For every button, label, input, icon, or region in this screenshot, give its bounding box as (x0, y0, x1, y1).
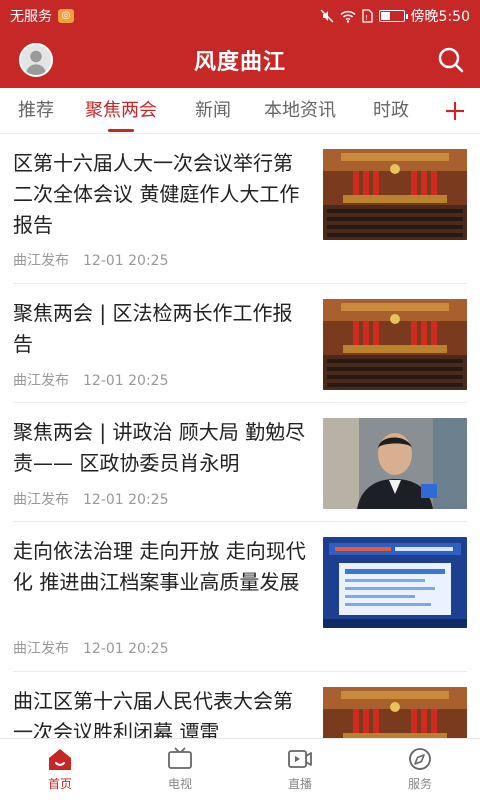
battery-fill (380, 12, 391, 20)
tab-politics[interactable]: 时政 (373, 88, 409, 134)
news-meta: 曲江发布 12-01 20:25 (13, 370, 168, 390)
news-source: 曲江发布 (13, 253, 69, 269)
user-avatar-icon (21, 45, 51, 75)
nav-tv[interactable]: 电视 (120, 739, 240, 800)
weibo-notification-icon: ◎ (58, 9, 74, 23)
news-time: 12-01 20:25 (83, 373, 169, 389)
app-header: 风度曲江 (0, 32, 480, 88)
clock-text: 傍晚5:50 (410, 9, 470, 25)
status-right: ! 傍晚5:50 (320, 6, 470, 26)
news-time: 12-01 20:25 (83, 641, 169, 657)
status-left: 无服务 ◎ (10, 6, 74, 26)
svg-text:!: ! (365, 14, 368, 22)
conference-photo (323, 687, 467, 738)
plus-icon (446, 102, 464, 120)
wifi-icon (340, 10, 356, 23)
app-title: 风度曲江 (193, 50, 286, 75)
nav-service[interactable]: 服务 (360, 739, 480, 800)
news-time: 12-01 20:25 (83, 492, 169, 508)
news-thumbnail (323, 149, 467, 240)
bottom-nav: 首页 电视 直播 服务 (0, 738, 480, 800)
news-thumbnail (323, 537, 467, 628)
news-meta: 曲江发布 12-01 20:25 (13, 638, 168, 658)
sim-icon: ! (361, 9, 373, 23)
nav-label: 服务 (407, 777, 432, 791)
interview-photo (323, 418, 467, 509)
news-item[interactable]: 聚焦两会 | 区法检两长作工作报告 曲江发布 12-01 20:25 (13, 284, 467, 403)
presentation-screen-photo (323, 537, 467, 628)
news-title: 聚焦两会 | 讲政治 顾大局 勤勉尽责—— 区政协委员肖永明 (13, 420, 306, 475)
news-list: 区第十六届人大一次会议举行第二次全体会议 黄健庭作人大工作报告 曲江发布 12-0… (0, 134, 480, 738)
tab-local-info[interactable]: 本地资讯 (264, 88, 336, 134)
nav-label: 电视 (167, 777, 192, 791)
add-channel-button[interactable] (440, 88, 470, 134)
tab-news[interactable]: 新闻 (195, 88, 231, 134)
mute-icon (320, 9, 334, 23)
compass-icon (409, 748, 431, 770)
avatar[interactable] (19, 43, 53, 77)
tab-focus-two-sessions[interactable]: 聚焦两会 (85, 88, 157, 134)
carrier-text: 无服务 (10, 9, 52, 25)
conference-photo (323, 299, 467, 390)
nav-label: 直播 (287, 777, 312, 791)
news-title: 曲江区第十六届人民代表大会第一次会议胜利闭幕 谭雷 (13, 689, 293, 738)
tab-recommend[interactable]: 推荐 (18, 88, 54, 134)
status-bar: 无服务 ◎ ! 傍晚5:50 (0, 0, 480, 32)
news-thumbnail (323, 687, 467, 738)
live-icon (288, 750, 312, 768)
channel-tabs: 推荐 聚焦两会 新闻 本地资讯 时政 (0, 88, 480, 134)
news-title: 走向依法治理 走向开放 走向现代化 推进曲江档案事业高质量发展 (13, 539, 306, 594)
tv-icon (168, 747, 192, 769)
news-source: 曲江发布 (13, 641, 69, 657)
news-thumbnail (323, 418, 467, 509)
news-source: 曲江发布 (13, 373, 69, 389)
nav-label: 首页 (47, 777, 72, 791)
news-title: 区第十六届人大一次会议举行第二次全体会议 黄健庭作人大工作报告 (13, 151, 300, 237)
news-item[interactable]: 区第十六届人大一次会议举行第二次全体会议 黄健庭作人大工作报告 曲江发布 12-0… (13, 134, 467, 284)
search-icon (438, 47, 464, 73)
news-item[interactable]: 走向依法治理 走向开放 走向现代化 推进曲江档案事业高质量发展 曲江发布 12-0… (13, 522, 467, 672)
news-thumbnail (323, 299, 467, 390)
news-source: 曲江发布 (13, 492, 69, 508)
nav-home[interactable]: 首页 (0, 739, 120, 800)
home-icon (49, 749, 71, 770)
news-title: 聚焦两会 | 区法检两长作工作报告 (13, 301, 293, 356)
news-meta: 曲江发布 12-01 20:25 (13, 489, 168, 509)
news-item[interactable]: 聚焦两会 | 讲政治 顾大局 勤勉尽责—— 区政协委员肖永明 曲江发布 12-01… (13, 403, 467, 522)
news-meta: 曲江发布 12-01 20:25 (13, 250, 168, 270)
battery-icon (378, 10, 408, 22)
news-item[interactable]: 曲江区第十六届人民代表大会第一次会议胜利闭幕 谭雷 (13, 672, 467, 738)
conference-photo (323, 149, 467, 240)
search-button[interactable] (436, 45, 466, 75)
nav-live[interactable]: 直播 (240, 739, 360, 800)
news-time: 12-01 20:25 (83, 253, 169, 269)
